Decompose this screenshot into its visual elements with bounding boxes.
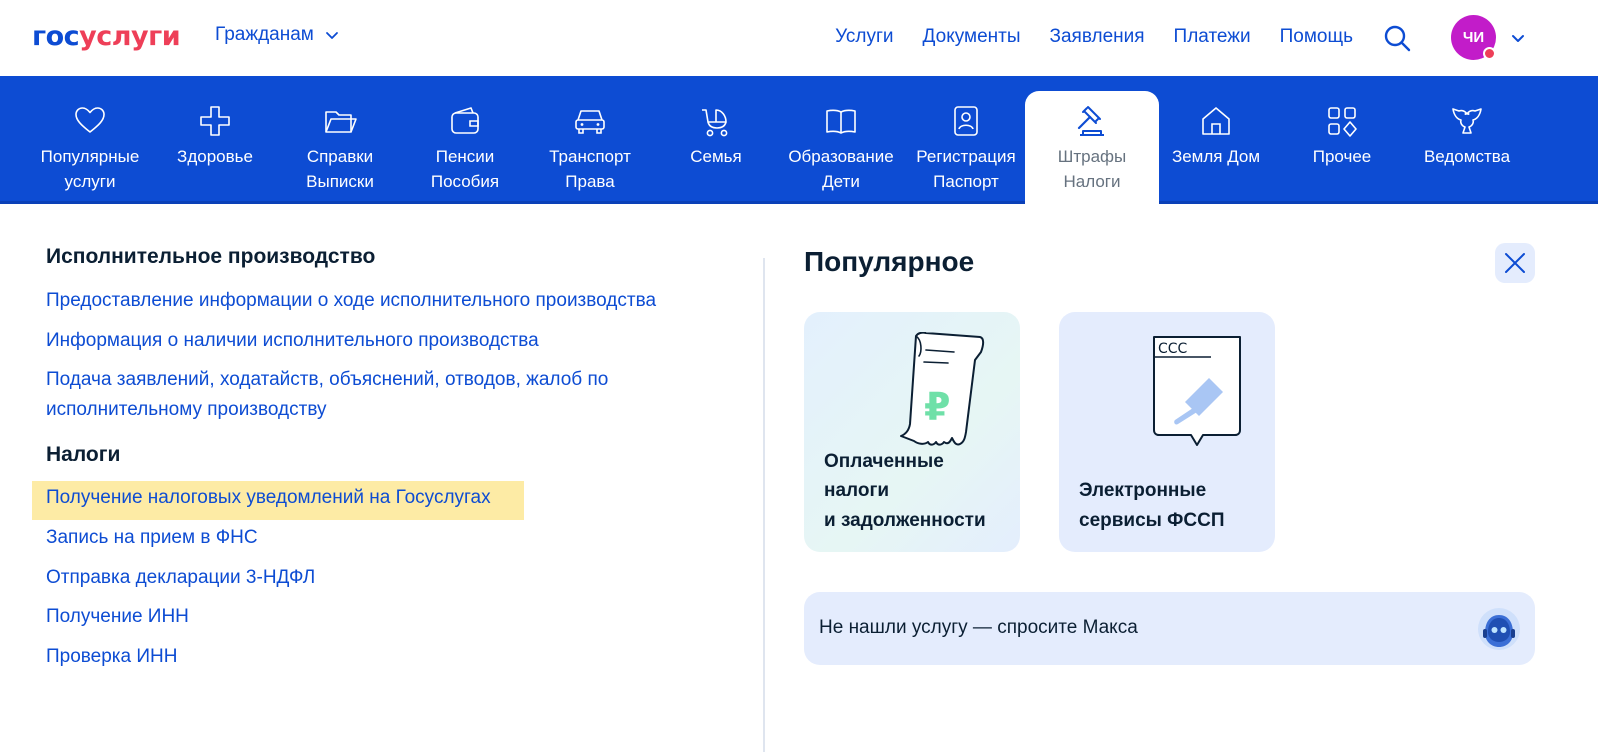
category-label: Популярные услуги: [40, 147, 140, 191]
link-fns-appointment[interactable]: Запись на прием в ФНС: [46, 523, 736, 553]
category-transport[interactable]: Транспорт Права: [523, 91, 657, 204]
svg-text:₽: ₽: [924, 385, 950, 429]
popular-title: Популярное: [804, 246, 975, 277]
court-document-icon: ССС: [1153, 336, 1241, 446]
search-icon[interactable]: [1383, 24, 1411, 52]
receipt-icon: ₽: [900, 332, 985, 446]
logo-part-uslugi: услуги: [79, 21, 181, 52]
category-popular[interactable]: Популярные услуги: [23, 91, 157, 204]
link-check-inn[interactable]: Проверка ИНН: [46, 642, 736, 672]
audience-selector[interactable]: Гражданам: [215, 24, 340, 46]
close-icon: [1505, 253, 1525, 273]
car-icon: [575, 110, 605, 134]
passport-icon: [954, 106, 978, 136]
popular-card-taxes[interactable]: ₽ Оплаченные налоги и задолженности: [804, 312, 1020, 552]
nav-services[interactable]: Услуги: [835, 24, 893, 50]
heart-icon: [75, 107, 105, 133]
category-label: Здоровье: [177, 147, 253, 166]
popular-card-title: Оплаченные налоги и задолженности: [824, 450, 986, 531]
category-label: Семья: [690, 147, 742, 166]
grid-icon: [1328, 107, 1357, 137]
stroller-icon: [702, 109, 728, 137]
category-label: Земля Дом: [1171, 147, 1261, 166]
link-tax-notifications[interactable]: Получение налоговых уведомлений на Госус…: [32, 481, 524, 520]
ask-assistant-banner[interactable]: Не нашли услугу — спросите Макса: [804, 592, 1535, 665]
robot-assistant-icon: [1478, 608, 1520, 650]
eagle-icon: [1452, 108, 1482, 134]
link-enforcement-info[interactable]: Информация о наличии исполнительного про…: [46, 326, 736, 356]
close-button[interactable]: [1495, 243, 1535, 283]
category-label: Штрафы Налоги: [1057, 147, 1127, 191]
ask-assistant-text: Не нашли услугу — спросите Макса: [819, 617, 1138, 638]
medical-cross-icon: [200, 106, 230, 136]
category-pensions[interactable]: Пенсии Пособия: [398, 91, 532, 204]
category-label: Транспорт Права: [549, 147, 631, 191]
category-label: Прочее: [1312, 147, 1372, 166]
link-enforcement-progress[interactable]: Предоставление информации о ходе исполни…: [46, 286, 736, 316]
category-label: Образование Дети: [788, 147, 894, 191]
category-bar: Популярные услуги Здоровье Справки Выпис…: [0, 76, 1598, 207]
link-enforcement-applications[interactable]: Подача заявлений, ходатайств, объяснений…: [46, 365, 646, 424]
gavel-icon: [1077, 106, 1104, 136]
house-icon: [1202, 107, 1230, 135]
avatar-initials: ЧИ: [1462, 29, 1485, 46]
nav-documents[interactable]: Документы: [923, 24, 1021, 50]
category-label: Ведомства: [1423, 147, 1511, 166]
link-get-inn[interactable]: Получение ИНН: [46, 602, 736, 632]
wallet-icon: [451, 107, 479, 134]
section-title-taxes: Налоги: [46, 443, 121, 466]
category-family[interactable]: Семья: [649, 91, 783, 204]
chevron-down-icon[interactable]: [1509, 29, 1527, 47]
category-land-house[interactable]: Земля Дом: [1149, 91, 1283, 204]
site-header: госуслуги Гражданам Услуги Документы Зая…: [0, 0, 1598, 76]
category-fines-taxes[interactable]: Штрафы Налоги: [1025, 91, 1159, 207]
category-label: Регистрация Паспорт: [916, 147, 1016, 191]
top-navigation: Услуги Документы Заявления Платежи Помощ…: [835, 24, 1353, 50]
nav-payments[interactable]: Платежи: [1174, 24, 1251, 50]
popular-card-fssp[interactable]: ССС Электронные сервисы ФССП: [1059, 312, 1275, 552]
category-education[interactable]: Образование Дети: [774, 91, 908, 204]
section-title-enforcement: Исполнительное производство: [46, 245, 376, 268]
category-registration[interactable]: Регистрация Паспорт: [899, 91, 1033, 204]
column-divider: [763, 258, 765, 752]
svg-text:ССС: ССС: [1158, 341, 1188, 357]
category-label: Справки Выписки: [306, 147, 374, 191]
category-certificates[interactable]: Справки Выписки: [273, 91, 407, 204]
audience-label: Гражданам: [215, 24, 314, 45]
nav-help[interactable]: Помощь: [1280, 24, 1353, 50]
category-departments[interactable]: Ведомства: [1400, 91, 1534, 204]
book-icon: [826, 109, 856, 134]
popular-card-title: Электронные сервисы ФССП: [1079, 480, 1225, 531]
category-label: Пенсии Пособия: [430, 147, 500, 191]
notification-dot: [1483, 47, 1496, 60]
folder-icon: [325, 111, 357, 133]
nav-applications[interactable]: Заявления: [1050, 24, 1145, 50]
logo-part-gos: гос: [32, 21, 80, 52]
category-other[interactable]: Прочее: [1275, 91, 1409, 204]
category-health[interactable]: Здоровье: [148, 91, 282, 204]
catalog-left-column: Исполнительное производство Предоставлен…: [32, 240, 736, 681]
gosuslugi-logo[interactable]: госуслуги: [32, 20, 181, 54]
link-3ndfl-declaration[interactable]: Отправка декларации 3-НДФЛ: [46, 563, 736, 593]
chevron-down-icon: [325, 32, 338, 39]
user-avatar[interactable]: ЧИ: [1451, 15, 1496, 60]
